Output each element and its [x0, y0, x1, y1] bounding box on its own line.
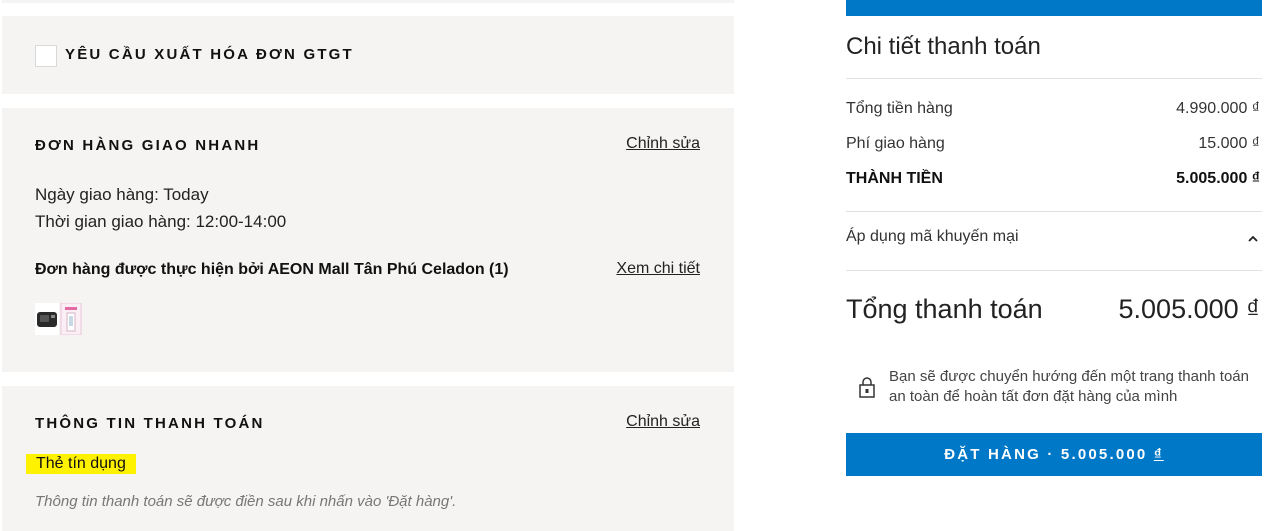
place-order-currency: ₫ [1153, 446, 1164, 463]
shipping-fee-value: 15.000 ₫ [1198, 135, 1260, 152]
delivery-time: Thời gian giao hàng: 12:00-14:00 [35, 212, 287, 231]
view-detail-link[interactable]: Xem chi tiết [616, 260, 700, 278]
total-payment-value: 5.005.000 ₫ [1118, 294, 1260, 324]
chevron-up-icon[interactable] [1247, 233, 1259, 245]
delivery-edit-link[interactable]: Chỉnh sửa [626, 135, 700, 153]
secure-redirect-notice: Bạn sẽ được chuyển hướng đến một trang t… [889, 368, 1249, 405]
subtotal-value: 4.990.000 ₫ [1176, 100, 1260, 117]
grand-subtotal-label: THÀNH TIỀN [846, 170, 943, 187]
vat-invoice-label[interactable]: YÊU CẦU XUẤT HÓA ĐƠN GTGT [65, 46, 354, 63]
lock-icon [859, 377, 875, 398]
total-payment-label: Tổng thanh toán [846, 294, 1043, 324]
payment-note: Thông tin thanh toán sẽ được điền sau kh… [35, 493, 457, 510]
place-order-button[interactable]: ĐẶT HÀNG · 5.005.000 ₫ [846, 433, 1262, 476]
delivery-section-title: ĐƠN HÀNG GIAO NHANH [35, 137, 261, 154]
product-thumbnail-gift-pack[interactable] [59, 303, 83, 335]
shipping-fee-label: Phí giao hàng [846, 135, 945, 152]
divider [846, 270, 1262, 271]
payment-method: Thẻ tín dụng [26, 454, 136, 474]
delivery-date: Ngày giao hàng: Today [35, 185, 209, 204]
promo-code-toggle[interactable]: Áp dụng mã khuyến mại [846, 228, 1019, 246]
fulfilled-by-text: Đơn hàng được thực hiện bởi AEON Mall Tâ… [35, 261, 509, 278]
divider [846, 78, 1262, 79]
express-delivery-panel: ĐƠN HÀNG GIAO NHANH Chỉnh sửa Ngày giao … [2, 108, 734, 372]
grand-subtotal-value: 5.005.000 ₫ [1176, 170, 1260, 187]
vat-invoice-panel: YÊU CẦU XUẤT HÓA ĐƠN GTGT [2, 16, 734, 94]
place-order-label: ĐẶT HÀNG · 5.005.000 [944, 446, 1148, 463]
product-thumbnail-air-fryer[interactable] [35, 303, 59, 335]
subtotal-label: Tổng tiền hàng [846, 100, 953, 117]
vat-invoice-checkbox[interactable] [35, 45, 57, 67]
payment-edit-link[interactable]: Chỉnh sửa [626, 413, 700, 431]
payment-info-panel: THÔNG TIN THANH TOÁN Chỉnh sửa Thẻ tín d… [2, 386, 734, 531]
summary-title: Chi tiết thanh toán [846, 33, 1041, 60]
divider [846, 211, 1262, 212]
payment-section-title: THÔNG TIN THANH TOÁN [35, 415, 265, 432]
previous-button-edge[interactable] [846, 0, 1262, 16]
previous-panel-edge [2, 0, 734, 3]
